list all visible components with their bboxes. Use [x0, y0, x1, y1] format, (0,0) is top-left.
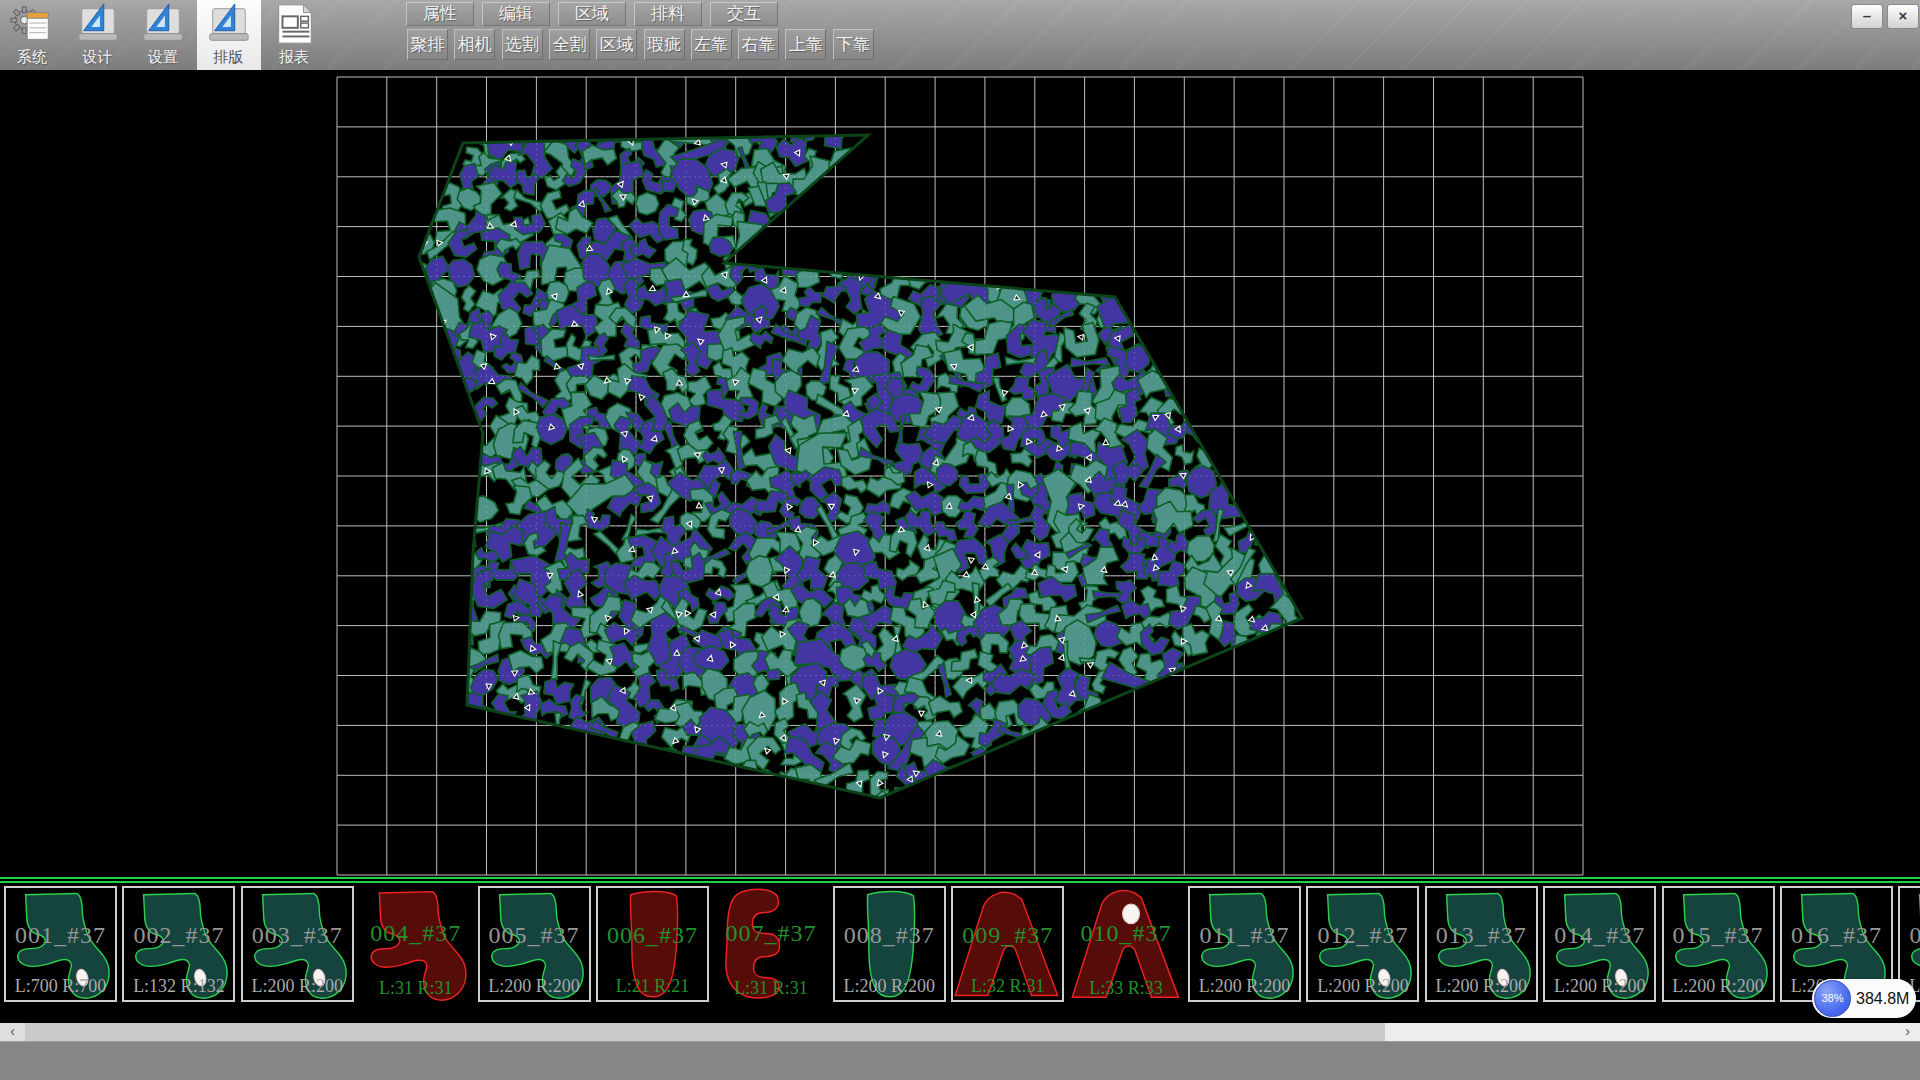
part-lr-count: L:200 R:200	[1545, 976, 1654, 997]
tool-button-5[interactable]: 区域	[596, 29, 637, 60]
part-id: 005_#37	[480, 922, 589, 949]
part-lr-count: L:31 R:31	[714, 978, 827, 999]
nesting-ruler-icon	[206, 1, 252, 47]
application-window: 系统 设计 设置 排版 报表 属性编辑区域排料交互 聚排相机选割全割区域瑕疵左靠…	[0, 0, 1920, 1080]
app-button-label: 设计	[83, 48, 113, 67]
part-id: 012_#37	[1308, 922, 1417, 949]
tool-button-4[interactable]: 全割	[549, 29, 590, 60]
part-lr-count: L:33 R:33	[1070, 978, 1183, 999]
part-lr-count: L:200 R:200	[1190, 976, 1299, 997]
part-lr-count: L:200 R:200	[480, 976, 589, 997]
tool-button-6[interactable]: 瑕疵	[644, 29, 685, 60]
part-thumbnail-5[interactable]: 005_#37 L:200 R:200	[478, 886, 591, 1002]
separator-line-bottom	[0, 881, 1920, 883]
tool-button-7[interactable]: 左靠	[691, 29, 732, 60]
app-button-label: 排版	[214, 48, 244, 67]
system-gear-icon	[9, 1, 55, 47]
design-ruler-icon	[75, 1, 121, 47]
part-lr-count: L:132 R:132	[124, 976, 233, 997]
part-id: 017_#37	[1900, 922, 1920, 949]
progress-circle: 38%	[1814, 980, 1851, 1017]
menu-tab-3[interactable]: 区域	[558, 2, 626, 26]
ribbon-toolbar: 系统 设计 设置 排版 报表 属性编辑区域排料交互 聚排相机选割全割区域瑕疵左靠…	[0, 0, 1920, 70]
app-button-4[interactable]: 排版	[197, 0, 261, 70]
part-lr-count: L:200 R:200	[1427, 976, 1536, 997]
app-button-label: 系统	[17, 48, 47, 67]
part-id: 002_#37	[124, 922, 233, 949]
app-button-2[interactable]: 设计	[66, 0, 130, 70]
part-id: 006_#37	[598, 922, 707, 949]
part-thumbnail-11[interactable]: 011_#37 L:200 R:200	[1188, 886, 1301, 1002]
menu-tab-1[interactable]: 属性	[406, 2, 474, 26]
part-thumbnail-6[interactable]: 006_#37 L:21 R:21	[596, 886, 709, 1002]
part-lr-count: L:200 R:200	[835, 976, 944, 997]
part-thumbnail-3[interactable]: 003_#37 L:200 R:200	[241, 886, 354, 1002]
part-id: 004_#37	[359, 920, 472, 947]
tool-button-10[interactable]: 下靠	[833, 29, 874, 60]
tool-button-3[interactable]: 选割	[502, 29, 543, 60]
part-thumbnail-12[interactable]: 012_#37 L:200 R:200	[1306, 886, 1419, 1002]
settings-ruler-icon	[140, 1, 186, 47]
part-id: 007_#37	[714, 920, 827, 947]
app-button-label: 报表	[279, 48, 309, 67]
part-lr-count: L:200 R:200	[243, 976, 352, 997]
tool-button-2[interactable]: 相机	[454, 29, 495, 60]
part-id: 016_#37	[1782, 922, 1891, 949]
part-thumbnail-1[interactable]: 001_#37 L:700 R:700	[4, 886, 117, 1002]
part-lr-count: L:32 R:31	[953, 976, 1062, 997]
part-id: 010_#37	[1070, 920, 1183, 947]
part-id: 014_#37	[1545, 922, 1654, 949]
parts-strip: 001_#37 L:700 R:700 002_#37 L:132 R:132 …	[0, 884, 1920, 1010]
part-id: 008_#37	[835, 922, 944, 949]
part-lr-count: L:200 R:200	[1308, 976, 1417, 997]
tool-button-9[interactable]: 上靠	[785, 29, 826, 60]
menu-tab-4[interactable]: 排料	[634, 2, 702, 26]
separator-line-top	[0, 877, 1920, 879]
tool-button-1[interactable]: 聚排	[407, 29, 448, 60]
tool-button-8[interactable]: 右靠	[738, 29, 779, 60]
memory-badge: 38% 384.8M	[1812, 979, 1916, 1018]
app-button-label: 设置	[148, 48, 178, 67]
scrollbar-thumb[interactable]	[25, 1023, 1385, 1041]
horizontal-scrollbar[interactable]: ‹ ›	[0, 1023, 1920, 1041]
part-thumbnail-13[interactable]: 013_#37 L:200 R:200	[1425, 886, 1538, 1002]
part-thumbnail-10[interactable]: 010_#37 L:33 R:33	[1070, 886, 1183, 1002]
menu-tab-5[interactable]: 交互	[710, 2, 778, 26]
part-thumbnail-2[interactable]: 002_#37 L:132 R:132	[122, 886, 235, 1002]
app-button-5[interactable]: 报表	[262, 0, 326, 70]
part-id: 009_#37	[953, 922, 1062, 949]
app-button-3[interactable]: 设置	[131, 0, 195, 70]
part-lr-count: L:31 R:31	[359, 978, 472, 999]
part-lr-count: L:700 R:700	[6, 976, 115, 997]
report-doc-icon	[271, 1, 317, 47]
part-thumbnail-4[interactable]: 004_#37 L:31 R:31	[359, 886, 472, 1002]
part-thumbnail-8[interactable]: 008_#37 L:200 R:200	[833, 886, 946, 1002]
part-thumbnail-15[interactable]: 015_#37 L:200 R:200	[1662, 886, 1775, 1002]
part-id: 011_#37	[1190, 922, 1299, 949]
minimize-button[interactable]: –	[1851, 4, 1883, 29]
part-id: 013_#37	[1427, 922, 1536, 949]
close-button[interactable]: ×	[1887, 4, 1919, 29]
part-thumbnail-14[interactable]: 014_#37 L:200 R:200	[1543, 886, 1656, 1002]
part-id: 003_#37	[243, 922, 352, 949]
memory-value: 384.8M	[1856, 979, 1909, 1018]
app-button-1[interactable]: 系统	[0, 0, 64, 70]
part-thumbnail-9[interactable]: 009_#37 L:32 R:31	[951, 886, 1064, 1002]
part-id: 015_#37	[1664, 922, 1773, 949]
status-bar	[0, 1041, 1920, 1080]
part-id: 001_#37	[6, 922, 115, 949]
part-thumbnail-7[interactable]: 007_#37 L:31 R:31	[714, 886, 827, 1002]
nesting-canvas[interactable]	[0, 70, 1920, 878]
part-lr-count: L:21 R:21	[598, 976, 707, 997]
scroll-left-arrow[interactable]: ‹	[0, 1023, 25, 1041]
menu-tab-2[interactable]: 编辑	[482, 2, 550, 26]
scroll-right-arrow[interactable]: ›	[1895, 1023, 1920, 1041]
part-lr-count: L:200 R:200	[1664, 976, 1773, 997]
